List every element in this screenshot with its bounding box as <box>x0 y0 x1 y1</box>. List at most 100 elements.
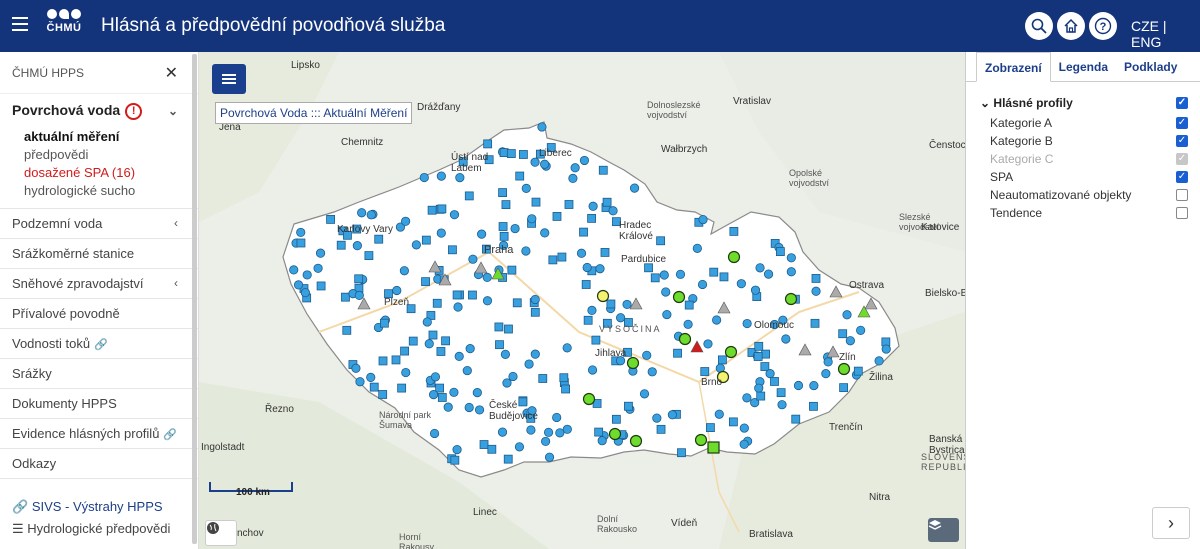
station-marker[interactable] <box>781 334 791 344</box>
station-marker[interactable] <box>842 310 852 320</box>
station-marker[interactable] <box>736 279 746 289</box>
station-marker[interactable] <box>564 200 574 209</box>
station-marker[interactable] <box>809 401 818 411</box>
station-marker[interactable] <box>552 412 562 423</box>
chevron-down-icon[interactable]: ⌄ <box>168 104 178 118</box>
station-marker[interactable] <box>555 428 565 438</box>
station-marker[interactable] <box>392 285 402 296</box>
layer-list-button[interactable] <box>212 64 246 94</box>
station-marker[interactable] <box>450 455 460 465</box>
sidebar-item-srazkomerne-stanice[interactable]: Srážkoměrné stanice <box>0 239 198 269</box>
station-marker[interactable] <box>602 197 612 207</box>
station-marker[interactable] <box>448 245 457 255</box>
station-marker[interactable] <box>449 210 460 220</box>
station-marker[interactable] <box>483 139 493 149</box>
station-marker[interactable] <box>428 330 438 340</box>
station-marker[interactable] <box>611 414 621 424</box>
close-icon[interactable]: ✕ <box>165 63 178 83</box>
station-marker[interactable] <box>548 255 558 265</box>
spa-marker[interactable] <box>837 362 851 376</box>
station-marker[interactable] <box>776 388 786 398</box>
station-marker[interactable] <box>293 280 304 290</box>
sub-item-hydrologicke-sucho[interactable]: hydrologické sucho <box>12 182 178 200</box>
station-marker[interactable] <box>661 287 671 297</box>
station-marker[interactable] <box>624 401 633 411</box>
checkbox-tendence[interactable] <box>1176 207 1188 219</box>
station-marker[interactable] <box>581 280 591 289</box>
link-sivs[interactable]: 🔗 SIVS - Výstrahy HPPS <box>0 493 198 517</box>
station-marker[interactable] <box>709 267 719 277</box>
tree-row-kategorie-a[interactable]: Kategorie A ✓ <box>980 114 1188 132</box>
sidebar-scrollbar[interactable] <box>192 54 197 544</box>
station-marker[interactable] <box>667 410 677 420</box>
tree-row-kategorie-b[interactable]: Kategorie B ✓ <box>980 132 1188 150</box>
station-marker[interactable] <box>521 183 531 193</box>
station-marker[interactable] <box>479 440 489 449</box>
station-marker[interactable] <box>437 204 447 214</box>
station-marker[interactable] <box>677 448 686 458</box>
station-marker[interactable] <box>570 163 580 173</box>
station-marker[interactable] <box>775 247 785 257</box>
station-marker[interactable] <box>540 228 550 238</box>
station-marker[interactable] <box>401 367 411 378</box>
station-marker[interactable] <box>427 205 437 215</box>
tab-podklady[interactable]: Podklady <box>1116 52 1185 81</box>
station-marker[interactable] <box>652 413 662 423</box>
sidebar-item-snehove-zpravodajstvi[interactable]: Sněhové zpravodajství ‹ <box>0 269 198 299</box>
station-marker[interactable] <box>753 352 763 361</box>
station-marker[interactable] <box>582 262 592 273</box>
station-marker[interactable] <box>791 414 801 424</box>
station-marker[interactable] <box>296 227 306 238</box>
sidebar-item-srazky[interactable]: Srážky <box>0 359 198 389</box>
help-icon[interactable]: ? <box>1089 12 1117 40</box>
station-marker[interactable] <box>692 243 702 253</box>
station-marker[interactable] <box>503 454 513 464</box>
station-marker[interactable] <box>756 391 766 401</box>
tree-group-hlasne-profily[interactable]: ⌄ Hlásné profily ✓ <box>980 94 1188 112</box>
station-marker[interactable] <box>647 367 657 377</box>
spa-marker[interactable] <box>707 441 720 454</box>
spa-marker[interactable] <box>629 434 643 448</box>
checkbox-kategorie-b[interactable]: ✓ <box>1176 135 1188 147</box>
station-marker[interactable] <box>579 227 588 237</box>
station-marker[interactable] <box>561 384 571 394</box>
spa-marker[interactable] <box>784 292 798 306</box>
station-marker[interactable] <box>355 377 365 387</box>
station-marker[interactable] <box>718 355 727 365</box>
station-marker[interactable] <box>588 201 598 211</box>
station-marker[interactable] <box>422 317 432 327</box>
station-marker[interactable] <box>487 444 497 454</box>
station-marker[interactable] <box>821 369 831 379</box>
station-marker[interactable] <box>302 270 312 280</box>
station-marker[interactable] <box>568 173 578 183</box>
station-marker[interactable] <box>530 349 540 359</box>
station-marker[interactable] <box>512 298 522 308</box>
station-marker[interactable] <box>591 335 601 345</box>
station-marker[interactable] <box>662 309 672 320</box>
map-view[interactable]: Lipsko Drážďany Jena Chemnitz Liberec Wa… <box>199 52 965 549</box>
station-marker[interactable] <box>697 279 708 290</box>
station-marker[interactable] <box>712 315 722 325</box>
station-marker[interactable] <box>714 409 724 419</box>
station-marker[interactable] <box>504 324 513 334</box>
station-marker[interactable] <box>706 423 715 433</box>
tab-zobrazeni[interactable]: Zobrazení <box>976 52 1051 82</box>
station-marker[interactable] <box>810 318 820 328</box>
menu-icon[interactable] <box>12 17 28 31</box>
station-marker[interactable] <box>839 383 849 393</box>
station-marker[interactable] <box>430 372 441 382</box>
station-marker[interactable] <box>543 427 554 437</box>
station-marker[interactable] <box>316 281 326 291</box>
station-marker[interactable] <box>629 183 640 193</box>
station-marker[interactable] <box>482 272 492 282</box>
station-marker[interactable] <box>616 313 626 323</box>
station-marker[interactable] <box>354 274 364 284</box>
station-marker[interactable] <box>811 286 821 296</box>
station-marker[interactable] <box>495 340 504 350</box>
station-marker[interactable] <box>673 348 682 358</box>
station-marker[interactable] <box>437 393 447 402</box>
station-marker[interactable] <box>793 380 804 391</box>
station-marker[interactable] <box>289 265 299 275</box>
station-marker[interactable] <box>521 246 531 256</box>
station-marker[interactable] <box>455 173 465 183</box>
